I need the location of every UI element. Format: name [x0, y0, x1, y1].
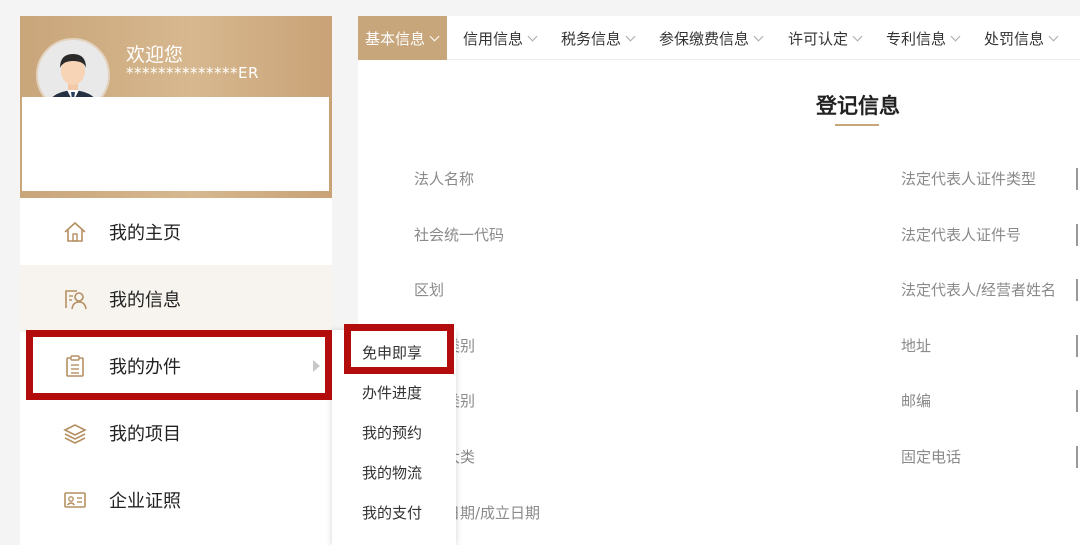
chevron-down-icon — [1048, 31, 1059, 41]
profile-card: 欢迎您 **************ER — [20, 16, 332, 198]
field-label: 法人名称 — [414, 170, 475, 188]
tab-label: 税务信息 — [561, 29, 622, 48]
chevron-down-icon — [429, 31, 440, 41]
submenu-item-my-logistics[interactable]: 我的物流 — [332, 452, 456, 492]
tab-bar: 基本信息 信用信息 税务信息 参保缴费信息 许可认定 专利信息 处罚信息 — [358, 16, 1080, 60]
sidebar-menu: 我的主页 我的信息 我的办件 我的项目 企业证照 — [20, 198, 332, 545]
chevron-down-icon — [852, 31, 863, 41]
tab-insurance-info[interactable]: 参保缴费信息 — [659, 16, 764, 60]
sidebar-item-my-info[interactable]: 我的信息 — [20, 265, 332, 332]
field-label: 社会统一代码 — [414, 226, 505, 244]
sidebar-item-label: 我的项目 — [109, 423, 181, 445]
field-label: 日期/成立日期 — [445, 504, 541, 522]
value-cursor — [1076, 335, 1078, 357]
submenu-item-case-progress[interactable]: 办件进度 — [332, 372, 456, 412]
sidebar-item-my-projects[interactable]: 我的项目 — [20, 399, 332, 466]
value-cursor — [1076, 446, 1078, 468]
submenu-item-exempt-application[interactable]: 免申即享 — [332, 332, 456, 372]
field-label: 区划 — [414, 281, 445, 299]
tab-basic-info[interactable]: 基本信息 — [358, 16, 448, 60]
content-panel: 基本信息 信用信息 税务信息 参保缴费信息 许可认定 专利信息 处罚信息 登记信… — [358, 16, 1080, 545]
clipboard-icon — [66, 354, 84, 377]
tab-penalty-info[interactable]: 处罚信息 — [984, 16, 1059, 60]
submenu-item-my-payments[interactable]: 我的支付 — [332, 492, 456, 532]
tab-label: 基本信息 — [365, 29, 426, 48]
sidebar-item-my-cases[interactable]: 我的办件 — [20, 332, 332, 399]
field-label: 法定代表人/经营者姓名 — [901, 281, 1057, 299]
sidebar-item-label: 我的信息 — [109, 289, 181, 311]
tab-license-approval[interactable]: 许可认定 — [788, 16, 863, 60]
sidebar-item-label: 我的主页 — [109, 222, 181, 244]
tab-credit-info[interactable]: 信用信息 — [463, 16, 538, 60]
sidebar-item-label: 企业证照 — [109, 490, 181, 512]
sidebar-item-label: 我的办件 — [109, 356, 181, 378]
sidebar-item-home[interactable]: 我的主页 — [20, 198, 332, 265]
tab-label: 参保缴费信息 — [659, 29, 750, 48]
chevron-down-icon — [753, 31, 764, 41]
submenu-item-my-appointments[interactable]: 我的预约 — [332, 412, 456, 452]
welcome-text: 欢迎您 — [126, 44, 184, 66]
profile-info-area — [22, 97, 329, 191]
masked-username: **************ER — [126, 64, 259, 82]
field-label: 邮编 — [901, 392, 932, 410]
section-title: 登记信息 — [816, 94, 900, 118]
layers-icon — [63, 423, 87, 444]
my-cases-submenu: 免申即享 办件进度 我的预约 我的物流 我的支付 — [332, 330, 456, 545]
chevron-down-icon — [527, 31, 538, 41]
tab-label: 处罚信息 — [984, 29, 1045, 48]
tab-label: 专利信息 — [886, 29, 947, 48]
tab-tax-info[interactable]: 税务信息 — [561, 16, 636, 60]
user-info-icon — [65, 289, 87, 309]
field-label: 地址 — [901, 337, 932, 355]
value-cursor — [1076, 224, 1078, 246]
value-cursor — [1076, 279, 1078, 301]
home-icon — [64, 221, 86, 242]
value-cursor — [1076, 168, 1078, 190]
chevron-down-icon — [950, 31, 961, 41]
sidebar-item-enterprise-licenses[interactable]: 企业证照 — [20, 466, 332, 533]
field-label: 法定代表人证件类型 — [901, 170, 1037, 188]
tab-patent-info[interactable]: 专利信息 — [886, 16, 961, 60]
tab-label: 信用信息 — [463, 29, 524, 48]
field-label: 法定代表人证件号 — [901, 226, 1022, 244]
chevron-down-icon — [625, 31, 636, 41]
title-underline — [835, 124, 879, 126]
field-label: 固定电话 — [901, 448, 962, 466]
id-card-icon — [64, 491, 86, 508]
tab-label: 许可认定 — [788, 29, 849, 48]
value-cursor — [1076, 390, 1078, 412]
chevron-right-icon — [313, 359, 320, 372]
app-window: 欢迎您 **************ER 我的主页 我的信息 我的办件 我的项目… — [0, 0, 1080, 545]
